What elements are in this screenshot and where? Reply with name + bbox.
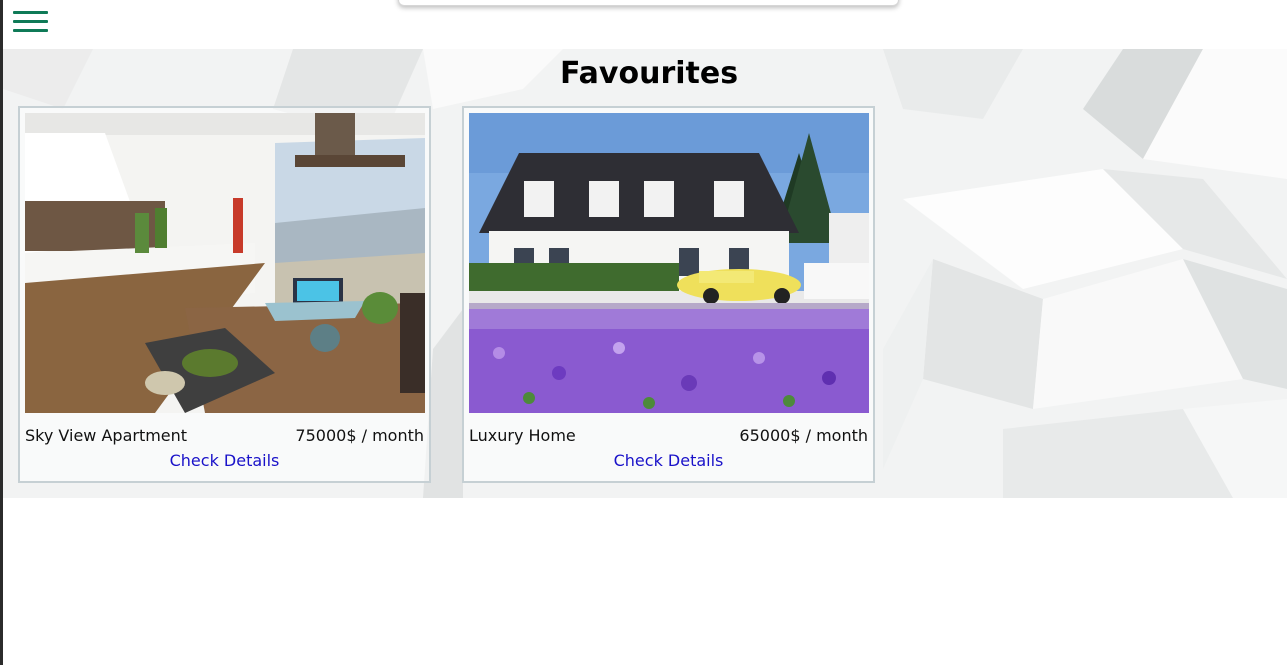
listing-price: 65000$ / month: [739, 426, 868, 445]
listing-name: Luxury Home: [469, 426, 576, 445]
listing-price: 75000$ / month: [295, 426, 424, 445]
hamburger-menu-icon[interactable]: [13, 11, 48, 35]
check-details-link[interactable]: Check Details: [20, 451, 429, 470]
search-bar[interactable]: [398, 0, 899, 6]
listing-name: Sky View Apartment: [25, 426, 188, 445]
page-title: Favourites: [559, 56, 739, 91]
apartment-photo: [25, 113, 425, 413]
favourites-section: Favourites Sky View Apartment 75000$ / m…: [3, 49, 1287, 498]
check-details-link[interactable]: Check Details: [464, 451, 873, 470]
listing-card: Luxury Home 65000$ / month Check Details: [462, 106, 875, 483]
house-photo: [469, 113, 869, 413]
listing-card: Sky View Apartment 75000$ / month Check …: [18, 106, 431, 483]
